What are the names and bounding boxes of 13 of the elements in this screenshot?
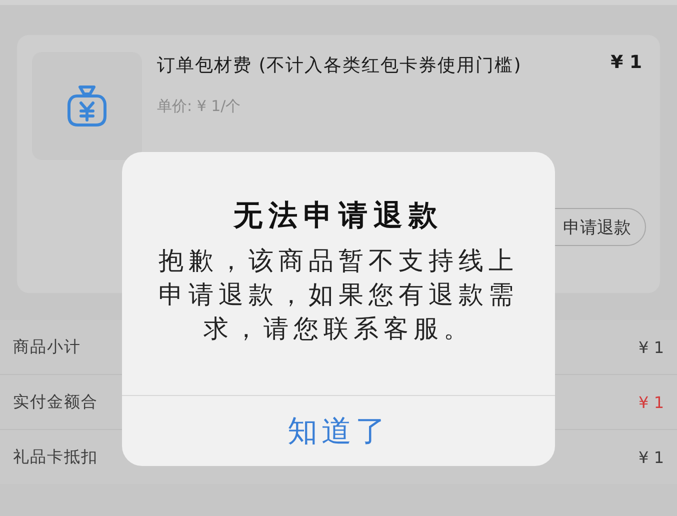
item-title: 订单包材费 (不计入各类红包卡券使用门槛) [157, 54, 523, 78]
item-price: ¥ 1 [610, 52, 643, 73]
summary-value: ¥ 1 [638, 338, 664, 356]
dialog-message: 抱歉，该商品暂不支持线上申请退款，如果您有退款需求，请您联系客服。 [158, 245, 520, 345]
dialog-title: 无法申请退款 [232, 197, 444, 234]
summary-label: 商品小计 [13, 336, 81, 358]
summary-value: ¥ 1 [638, 448, 664, 466]
money-bag-icon [66, 84, 108, 128]
summary-label: 实付金额合 [13, 392, 98, 412]
summary-value: ¥ 1 [638, 392, 664, 412]
confirm-button[interactable]: 知道了 [122, 396, 555, 466]
unit-price: 单价: ¥ 1/个 [157, 97, 242, 116]
summary-label: 礼品卡抵扣 [13, 446, 98, 468]
